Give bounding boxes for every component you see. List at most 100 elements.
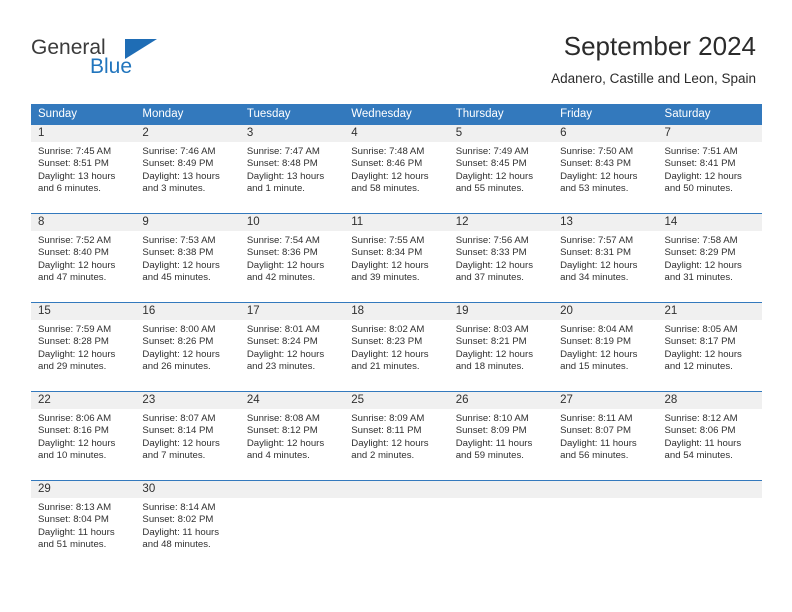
day-info: Sunrise: 8:09 AM Sunset: 8:11 PM Daylight:…	[344, 409, 448, 469]
calendar-day-cell[interactable]: 11 Sunrise: 7:55 AM Sunset: 8:34 PM Dayligh…	[344, 214, 449, 302]
day-number	[344, 481, 449, 498]
daylight-text: Daylight: 12 hours and 53 minutes.	[560, 170, 638, 195]
calendar-week-row: 8 Sunrise: 7:52 AM Sunset: 8:40 PM Daylight…	[31, 213, 762, 302]
calendar-day-cell[interactable]: 6 Sunrise: 7:50 AM Sunset: 8:43 PM Daylight…	[553, 125, 658, 213]
sunset-text: Sunset: 8:33 PM	[455, 247, 527, 259]
day-number: 6	[553, 125, 658, 142]
sunset-text: Sunset: 8:43 PM	[560, 158, 632, 170]
page-title: September 2024	[563, 31, 756, 61]
day-info: Sunrise: 7:58 AM Sunset: 8:29 PM Daylight:…	[658, 231, 762, 291]
brand-logo[interactable]: General Blue	[31, 36, 231, 86]
day-info: Sunrise: 8:11 AM Sunset: 8:07 PM Daylight:…	[553, 409, 657, 469]
daylight-text: Daylight: 12 hours and 31 minutes.	[664, 259, 742, 284]
sunset-text: Sunset: 8:09 PM	[455, 425, 527, 437]
daylight-text: Daylight: 12 hours and 42 minutes.	[246, 259, 325, 284]
calendar-day-cell[interactable]: 4 Sunrise: 7:48 AM Sunset: 8:46 PM Daylight…	[344, 125, 449, 213]
day-number: 26	[448, 392, 554, 409]
sunset-text: Sunset: 8:51 PM	[38, 158, 109, 170]
calendar-weeks: 1 Sunrise: 7:45 AM Sunset: 8:51 PM Daylight…	[31, 125, 762, 569]
calendar-day-cell[interactable]: 21 Sunrise: 8:05 AM Sunset: 8:17 PM Dayligh…	[657, 303, 762, 391]
calendar-day-cell[interactable]: 7 Sunrise: 7:51 AM Sunset: 8:41 PM Daylight…	[657, 125, 762, 213]
calendar-day-cell[interactable]: 12 Sunrise: 7:56 AM Sunset: 8:33 PM Dayligh…	[448, 214, 554, 302]
calendar-day-cell[interactable]: 1 Sunrise: 7:45 AM Sunset: 8:51 PM Daylight…	[31, 125, 136, 213]
calendar-grid: Sunday Monday Tuesday Wednesday Thursday Frid…	[31, 104, 762, 569]
day-number: 12	[448, 214, 554, 231]
daylight-text: Daylight: 12 hours and 50 minutes.	[664, 170, 742, 195]
calendar-day-cell[interactable]: 28 Sunrise: 8:12 AM Sunset: 8:06 PM Dayligh…	[657, 392, 762, 480]
calendar-day-cell[interactable]: 15 Sunrise: 7:59 AM Sunset: 8:28 PM Dayligh…	[31, 303, 136, 391]
sunrise-text: Sunrise: 8:07 AM	[142, 413, 216, 424]
day-info: Sunrise: 8:04 AM Sunset: 8:19 PM Daylight:…	[553, 320, 657, 380]
sunset-text: Sunset: 8:06 PM	[664, 425, 736, 437]
brand-name-blue: Blue	[90, 55, 133, 78]
calendar-day-cell[interactable]: 10 Sunrise: 7:54 AM Sunset: 8:36 PM Dayligh…	[239, 214, 345, 302]
day-info: Sunrise: 7:49 AM Sunset: 8:45 PM Daylight:…	[449, 142, 553, 202]
weekday-header-sunday: Sunday	[38, 108, 78, 120]
calendar-day-cell[interactable]: 5 Sunrise: 7:49 AM Sunset: 8:45 PM Daylight…	[448, 125, 554, 213]
day-number: 3	[239, 125, 345, 142]
weekday-header-tuesday: Tuesday	[246, 108, 291, 120]
calendar-day-cell[interactable]: 27 Sunrise: 8:11 AM Sunset: 8:07 PM Dayligh…	[553, 392, 658, 480]
calendar-day-cell[interactable]: 30 Sunrise: 8:14 AM Sunset: 8:02 PM Dayligh…	[135, 481, 240, 569]
daylight-text: Daylight: 12 hours and 37 minutes.	[455, 259, 534, 284]
weekday-header-thursday: Thursday	[455, 108, 504, 120]
calendar-day-cell-empty	[344, 481, 449, 569]
day-number: 17	[239, 303, 345, 320]
sunrise-text: Sunrise: 8:13 AM	[38, 502, 112, 513]
daylight-text: Daylight: 12 hours and 45 minutes.	[142, 259, 220, 284]
sunset-text: Sunset: 8:38 PM	[142, 247, 214, 259]
calendar-day-cell[interactable]: 2 Sunrise: 7:46 AM Sunset: 8:49 PM Daylight…	[135, 125, 240, 213]
sunset-text: Sunset: 8:34 PM	[351, 247, 423, 259]
sunrise-text: Sunrise: 8:01 AM	[246, 324, 320, 335]
calendar-day-cell[interactable]: 13 Sunrise: 7:57 AM Sunset: 8:31 PM Dayligh…	[553, 214, 658, 302]
day-number	[239, 481, 345, 498]
sunrise-text: Sunrise: 8:05 AM	[664, 324, 738, 335]
calendar-day-cell-empty	[448, 481, 554, 569]
day-number: 29	[31, 481, 136, 498]
daylight-text: Daylight: 12 hours and 47 minutes.	[38, 259, 116, 284]
sunset-text: Sunset: 8:46 PM	[351, 158, 423, 170]
calendar-day-cell[interactable]: 29 Sunrise: 8:13 AM Sunset: 8:04 PM Dayligh…	[31, 481, 136, 569]
sunrise-text: Sunrise: 8:14 AM	[142, 502, 216, 513]
calendar-day-cell[interactable]: 8 Sunrise: 7:52 AM Sunset: 8:40 PM Daylight…	[31, 214, 136, 302]
day-info: Sunrise: 7:51 AM Sunset: 8:41 PM Daylight:…	[658, 142, 762, 202]
calendar-day-cell[interactable]: 19 Sunrise: 8:03 AM Sunset: 8:21 PM Dayligh…	[448, 303, 554, 391]
calendar-day-cell[interactable]: 22 Sunrise: 8:06 AM Sunset: 8:16 PM Dayligh…	[31, 392, 136, 480]
day-info: Sunrise: 8:07 AM Sunset: 8:14 PM Daylight:…	[135, 409, 239, 469]
sunrise-text: Sunrise: 7:50 AM	[560, 146, 634, 157]
calendar-day-cell[interactable]: 23 Sunrise: 8:07 AM Sunset: 8:14 PM Dayligh…	[135, 392, 240, 480]
sunrise-text: Sunrise: 7:49 AM	[455, 146, 529, 157]
calendar-day-cell[interactable]: 16 Sunrise: 8:00 AM Sunset: 8:26 PM Dayligh…	[135, 303, 240, 391]
day-info: Sunrise: 8:12 AM Sunset: 8:06 PM Daylight:…	[658, 409, 762, 469]
calendar-day-cell[interactable]: 24 Sunrise: 8:08 AM Sunset: 8:12 PM Dayligh…	[239, 392, 345, 480]
daylight-text: Daylight: 12 hours and 12 minutes.	[664, 348, 742, 373]
day-number: 8	[31, 214, 136, 231]
calendar-day-cell[interactable]: 25 Sunrise: 8:09 AM Sunset: 8:11 PM Dayligh…	[344, 392, 449, 480]
calendar-day-cell[interactable]: 9 Sunrise: 7:53 AM Sunset: 8:38 PM Daylight…	[135, 214, 240, 302]
daylight-text: Daylight: 12 hours and 7 minutes.	[142, 437, 220, 462]
calendar-day-cell[interactable]: 20 Sunrise: 8:04 AM Sunset: 8:19 PM Dayligh…	[553, 303, 658, 391]
sunset-text: Sunset: 8:29 PM	[664, 247, 736, 259]
daylight-text: Daylight: 11 hours and 54 minutes.	[664, 437, 742, 462]
day-number: 9	[135, 214, 240, 231]
day-info: Sunrise: 7:45 AM Sunset: 8:51 PM Daylight:…	[31, 142, 135, 202]
sunrise-text: Sunrise: 8:06 AM	[38, 413, 112, 424]
day-info: Sunrise: 7:59 AM Sunset: 8:28 PM Daylight:…	[31, 320, 135, 380]
day-info: Sunrise: 8:10 AM Sunset: 8:09 PM Daylight:…	[449, 409, 553, 469]
calendar-week-row: 15 Sunrise: 7:59 AM Sunset: 8:28 PM Dayligh…	[31, 302, 762, 391]
sunrise-text: Sunrise: 8:03 AM	[455, 324, 529, 335]
daylight-text: Daylight: 11 hours and 59 minutes.	[455, 437, 533, 462]
day-info: Sunrise: 8:02 AM Sunset: 8:23 PM Daylight:…	[344, 320, 448, 380]
day-number	[448, 481, 554, 498]
sunrise-text: Sunrise: 8:12 AM	[664, 413, 738, 424]
day-info: Sunrise: 7:57 AM Sunset: 8:31 PM Daylight:…	[553, 231, 657, 291]
calendar-day-cell[interactable]: 14 Sunrise: 7:58 AM Sunset: 8:29 PM Dayligh…	[657, 214, 762, 302]
calendar-day-cell[interactable]: 18 Sunrise: 8:02 AM Sunset: 8:23 PM Dayligh…	[344, 303, 449, 391]
calendar-day-cell[interactable]: 26 Sunrise: 8:10 AM Sunset: 8:09 PM Dayligh…	[448, 392, 554, 480]
sunset-text: Sunset: 8:16 PM	[38, 425, 109, 437]
calendar-day-cell[interactable]: 17 Sunrise: 8:01 AM Sunset: 8:24 PM Dayligh…	[239, 303, 345, 391]
daylight-text: Daylight: 11 hours and 56 minutes.	[560, 437, 637, 462]
day-number: 20	[553, 303, 658, 320]
calendar-day-cell[interactable]: 3 Sunrise: 7:47 AM Sunset: 8:48 PM Daylight…	[239, 125, 345, 213]
day-number: 15	[31, 303, 136, 320]
